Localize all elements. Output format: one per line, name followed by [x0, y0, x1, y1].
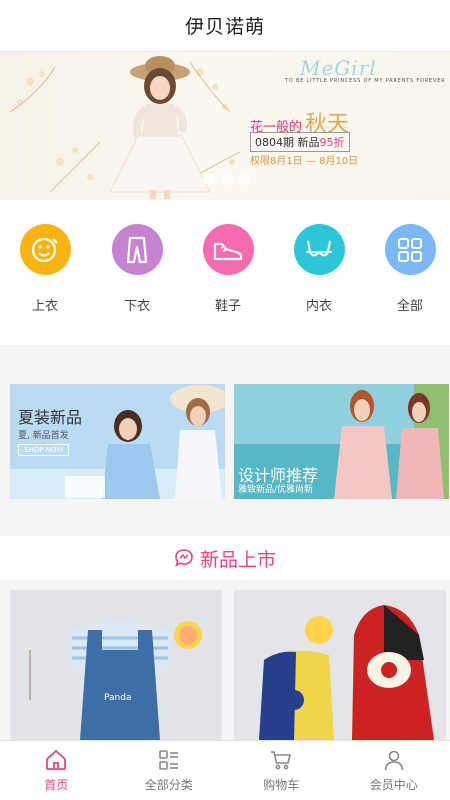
- pants-icon: [126, 236, 148, 263]
- list-icon: [158, 750, 178, 770]
- tab-cart[interactable]: 购物车: [225, 741, 338, 800]
- section-title: 新品上市: [199, 548, 276, 571]
- svg-text:Panda: Panda: [104, 693, 131, 703]
- category-icon-circle: [202, 224, 254, 275]
- tab-label: 首页: [44, 778, 69, 792]
- category-item-all[interactable]: 全部: [370, 224, 450, 314]
- grid-icon: [398, 237, 422, 262]
- banner-new-label: 新品: [297, 136, 320, 149]
- shoe-icon: [213, 242, 243, 260]
- hero-banner[interactable]: MeGirl TO BE LITTLE PRINCESS OF MY PAREN…: [0, 52, 450, 199]
- top-header: 伊贝诺萌: [0, 0, 450, 52]
- promo-title: 夏装新品: [18, 408, 83, 427]
- tab-label: 购物车: [263, 778, 300, 792]
- tab-all-categories[interactable]: 全部分类: [113, 741, 226, 800]
- banner-tagline: TO BE LITTLE PRINCESS OF MY PARENTS FORE…: [285, 78, 446, 84]
- product-grid: Panda: [0, 580, 450, 740]
- product-card[interactable]: Panda: [10, 590, 222, 740]
- promo-card-summer[interactable]: 夏装新品 夏, 新品首发 SHOP NOW: [10, 384, 225, 499]
- banner-date-range: 权限8月1日 — 8月10日: [250, 156, 359, 167]
- category-icon-circle: [19, 224, 71, 275]
- home-icon: [46, 750, 67, 770]
- tab-home[interactable]: 首页: [0, 741, 113, 800]
- category-item-bottoms[interactable]: 下衣: [97, 224, 177, 314]
- category-icon-circle: [384, 224, 436, 275]
- smiley-shirt-icon: [31, 237, 58, 262]
- category-nav: 上衣 下衣 鞋子 内衣 全部: [0, 200, 450, 345]
- banner-discount: 95折: [319, 136, 345, 149]
- app-screen: 伊贝诺萌 MeGirl TO BE LITTLE PRINCESS OF MY …: [0, 0, 450, 800]
- product-image: Panda: [10, 590, 222, 740]
- category-item-shoes[interactable]: 鞋子: [188, 224, 268, 314]
- carousel-dot[interactable]: [239, 173, 251, 185]
- user-icon: [384, 750, 404, 771]
- banner-period: 0804期: [255, 136, 294, 149]
- product-card[interactable]: [234, 590, 446, 740]
- product-image: [234, 590, 446, 740]
- new-arrivals-header: 新品上市: [0, 536, 450, 580]
- tab-label: 全部分类: [144, 778, 193, 792]
- bottom-tab-bar: 首页 全部分类 购物车 会员中心: [0, 740, 450, 800]
- tab-member-center[interactable]: 会员中心: [338, 741, 450, 800]
- category-label: 上衣: [31, 299, 58, 314]
- promo-card-designer[interactable]: 设计师推荐 雅致新品/优雅尚新: [234, 384, 449, 499]
- carousel-dots: [203, 173, 251, 185]
- bra-icon: [306, 240, 332, 256]
- cart-icon: [271, 751, 292, 770]
- shop-now-tag[interactable]: SHOP NOW: [18, 444, 70, 456]
- carousel-dot[interactable]: [203, 173, 215, 185]
- promo-subtitle: 雅致新品/优雅尚新: [238, 485, 314, 495]
- category-label: 内衣: [305, 299, 332, 314]
- promo-section: 夏装新品 夏, 新品首发 SHOP NOW 设计师推荐 雅致新品/优雅尚新: [0, 346, 450, 534]
- category-icon-circle: [111, 224, 163, 275]
- category-icon-circle: [293, 224, 345, 275]
- category-label: 下衣: [123, 299, 150, 314]
- banner-offer: 0804期 新品95折: [250, 132, 350, 152]
- promo-subtitle: 夏, 新品首发: [18, 431, 69, 441]
- carousel-dot[interactable]: [221, 173, 233, 185]
- page-title: 伊贝诺萌: [184, 16, 265, 38]
- category-label: 全部: [396, 299, 423, 314]
- tab-label: 会员中心: [369, 778, 418, 792]
- banner-script-logo: MeGirl: [300, 56, 377, 80]
- category-label: 鞋子: [214, 299, 241, 314]
- category-item-underwear[interactable]: 内衣: [279, 224, 359, 314]
- chat-bubble-icon: [175, 549, 193, 567]
- category-item-tops[interactable]: 上衣: [5, 224, 85, 314]
- promo-image-summer: [10, 384, 225, 499]
